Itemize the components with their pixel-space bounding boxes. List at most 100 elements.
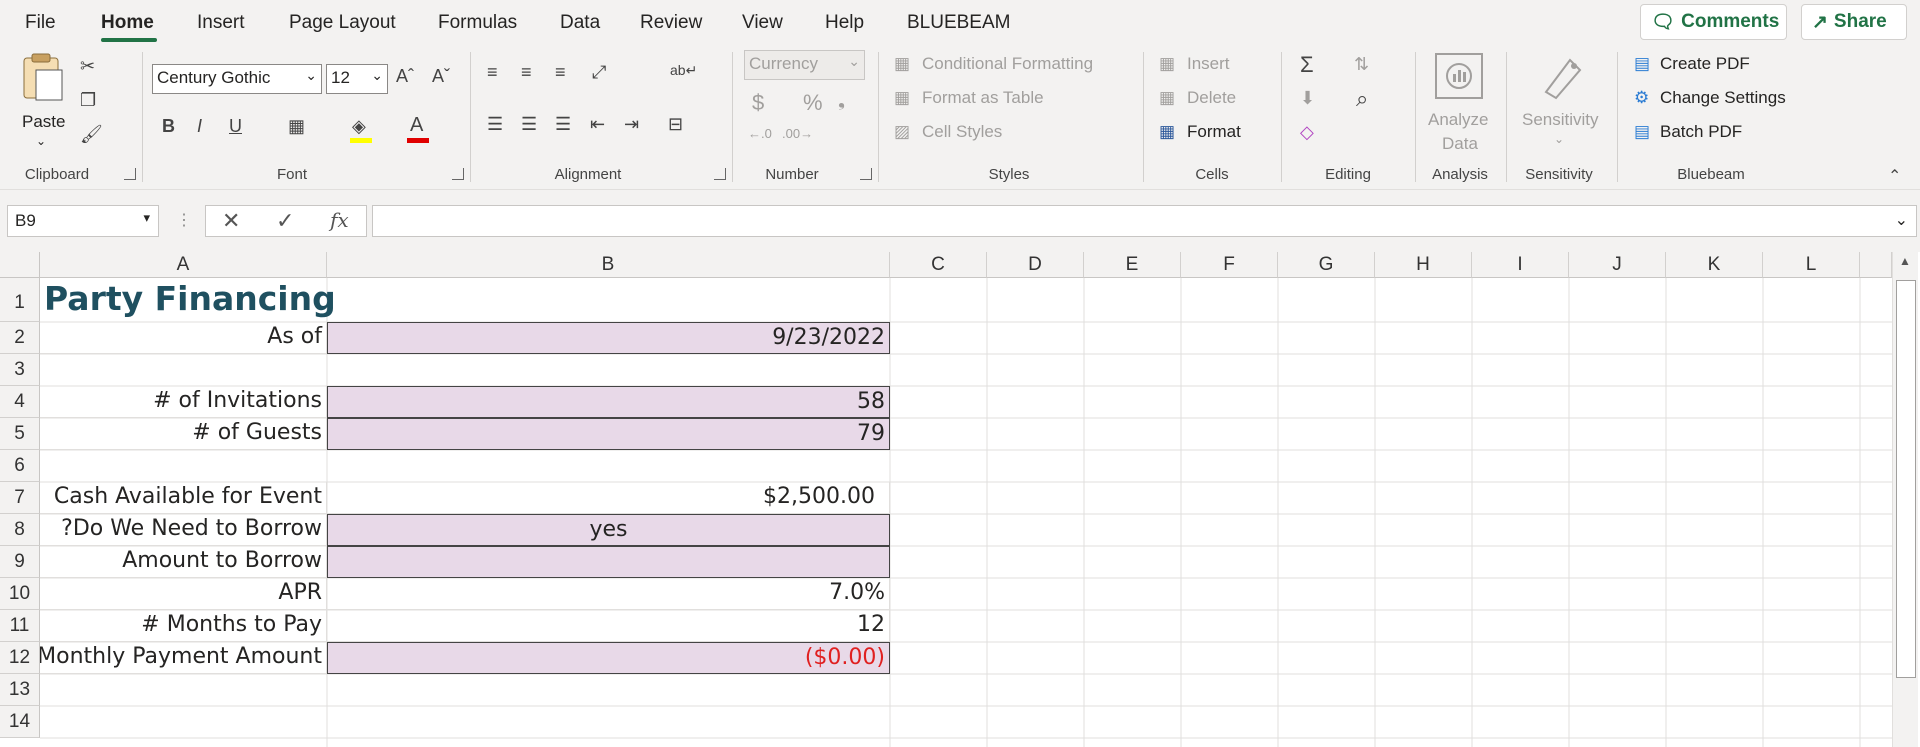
collapse-ribbon-icon[interactable]: ⌃ [1888, 166, 1901, 186]
worksheet-grid: A B C D E F G H I J K L 1 2 3 4 5 6 7 8 … [0, 252, 1920, 747]
pdf-icon: ▤ [1634, 54, 1651, 73]
borders-icon[interactable]: ▦ [288, 116, 305, 137]
tab-formulas[interactable]: Formulas [438, 12, 517, 34]
months-value[interactable]: 12 [327, 610, 890, 642]
more-options-icon[interactable]: ⋮ [176, 210, 192, 230]
ribbon-separator [1617, 52, 1618, 182]
font-color-icon[interactable]: A [410, 114, 423, 137]
tab-review[interactable]: Review [640, 12, 702, 34]
cancel-icon[interactable]: ✕ [222, 208, 240, 234]
increase-decimal-icon[interactable]: ←.0 [748, 126, 772, 141]
delete-cells-label: Delete [1187, 88, 1237, 107]
cut-icon[interactable]: ✂ [80, 56, 95, 77]
formula-input[interactable]: ⌄ [372, 205, 1917, 237]
comments-button[interactable]: 🗨 Comments [1640, 4, 1787, 40]
invitations-label[interactable]: # of Invitations [40, 386, 327, 418]
expand-formula-icon[interactable]: ⌄ [1895, 210, 1908, 230]
merge-center-icon[interactable]: ⊟ [668, 114, 683, 135]
cash-label[interactable]: Cash Available for Event [40, 482, 327, 514]
sensitivity-icon [1544, 58, 1582, 100]
currency-button[interactable]: $ [752, 90, 764, 116]
percent-button[interactable]: % [803, 90, 823, 116]
paste-button[interactable]: Paste ⌄ [14, 52, 74, 152]
borrow-question-value[interactable]: yes [327, 514, 890, 546]
align-middle-icon[interactable]: ≡ [521, 62, 532, 83]
decrease-decimal-icon[interactable]: .00→ [782, 126, 813, 141]
align-right-icon[interactable]: ☰ [555, 114, 571, 135]
vertical-scrollbar[interactable]: ▲ [1892, 252, 1918, 747]
styles-group-label: Styles [988, 166, 1030, 183]
insert-function-icon[interactable]: fx [330, 208, 349, 232]
increase-indent-icon[interactable]: ⇥ [624, 114, 639, 135]
payment-value[interactable]: ($0.00) [327, 642, 890, 674]
comma-style-icon[interactable]: ❟ [838, 90, 845, 111]
alignment-launcher[interactable] [714, 168, 726, 180]
font-name-select[interactable]: Century Gothic ⌄ [152, 64, 322, 94]
fill-color-icon[interactable]: ◈ [352, 116, 366, 137]
guests-label[interactable]: # of Guests [40, 418, 327, 450]
bluebeam-group-label: Bluebeam [1677, 166, 1745, 183]
fill-icon[interactable]: ⬇ [1300, 88, 1315, 109]
ribbon-separator [1506, 52, 1507, 182]
tab-page-layout[interactable]: Page Layout [289, 12, 396, 34]
underline-button[interactable]: U [229, 116, 242, 137]
analyze-data-button[interactable]: Analyze Data [1424, 50, 1496, 162]
apr-value[interactable]: 7.0% [327, 578, 890, 610]
cash-value[interactable]: $2,500.00 [327, 482, 890, 514]
name-box[interactable]: B9 ▾ [7, 205, 159, 237]
decrease-font-icon[interactable]: Aˇ [432, 66, 450, 87]
scrollbar-thumb[interactable] [1896, 280, 1916, 678]
tab-view[interactable]: View [742, 12, 783, 34]
fill-color-swatch [350, 138, 372, 143]
scroll-up-icon[interactable]: ▲ [1899, 254, 1911, 268]
tab-data[interactable]: Data [560, 12, 600, 34]
tab-file[interactable]: File [25, 12, 56, 34]
borrow-question-label[interactable]: Do We Need to Borrow? [40, 514, 327, 546]
bold-button[interactable]: B [162, 116, 175, 137]
number-format-select[interactable]: Currency ⌄ [744, 50, 865, 80]
tab-bluebeam[interactable]: BLUEBEAM [907, 12, 1010, 34]
ribbon-separator [1281, 52, 1282, 182]
editing-group-label: Editing [1325, 166, 1371, 183]
find-select-icon[interactable]: ⌕ [1356, 86, 1368, 112]
invitations-value[interactable]: 58 [327, 386, 890, 418]
increase-font-icon[interactable]: Aˆ [396, 66, 414, 87]
align-left-icon[interactable]: ☰ [487, 114, 503, 135]
enter-icon[interactable]: ✓ [276, 208, 294, 234]
sensitivity-button[interactable]: Sensitivity ⌄ [1516, 50, 1606, 162]
font-group-label: Font [276, 166, 308, 183]
tab-help[interactable]: Help [825, 12, 864, 34]
orientation-icon[interactable]: ⤢ [592, 62, 606, 83]
gear-icon: ⚙ [1634, 88, 1650, 107]
autosum-icon[interactable]: Σ [1300, 52, 1314, 78]
copy-icon[interactable]: ❐ [80, 90, 96, 111]
format-painter-icon[interactable]: 🖌 [80, 124, 103, 145]
wrap-text-icon[interactable]: ab↵ [670, 62, 697, 79]
align-top-icon[interactable]: ≡ [487, 62, 498, 83]
tab-home[interactable]: Home [101, 12, 154, 34]
data-label: Data [1442, 134, 1478, 153]
borrow-amount-value[interactable] [327, 546, 890, 578]
as-of-value[interactable]: 9/23/2022 [327, 322, 890, 354]
months-label[interactable]: # Months to Pay [40, 610, 327, 642]
guests-value[interactable]: 79 [327, 418, 890, 450]
sheet-title[interactable]: Party Financing [44, 278, 444, 322]
font-launcher[interactable] [452, 168, 464, 180]
font-color-swatch [407, 138, 429, 143]
payment-label[interactable]: Monthly Payment Amount [40, 642, 327, 674]
decrease-indent-icon[interactable]: ⇤ [590, 114, 605, 135]
number-launcher[interactable] [860, 168, 872, 180]
tab-insert[interactable]: Insert [197, 12, 245, 34]
align-bottom-icon[interactable]: ≡ [555, 62, 566, 83]
batch-pdf-icon: ▤ [1634, 122, 1651, 141]
borrow-amount-label[interactable]: Amount to Borrow [40, 546, 327, 578]
italic-button[interactable]: I [197, 116, 202, 137]
sort-filter-icon[interactable]: ⇅ [1354, 54, 1369, 75]
clear-icon[interactable]: ◇ [1300, 122, 1314, 143]
align-center-icon[interactable]: ☰ [521, 114, 537, 135]
share-button[interactable]: ↗ Share [1801, 4, 1907, 40]
font-size-select[interactable]: 12 ⌄ [326, 64, 388, 94]
as-of-label[interactable]: As of [40, 322, 327, 354]
clipboard-launcher[interactable] [124, 168, 136, 180]
apr-label[interactable]: APR [40, 578, 327, 610]
